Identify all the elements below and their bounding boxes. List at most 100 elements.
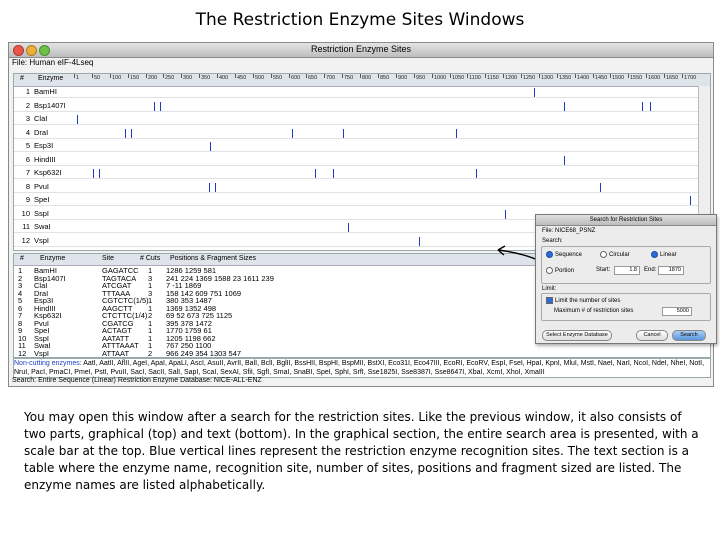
- radio-sequence[interactable]: Sequence: [546, 251, 582, 258]
- graph-row-number: 9: [25, 195, 30, 204]
- site-line[interactable]: [154, 101, 155, 111]
- limit-checkbox[interactable]: Limit the number of sites: [546, 297, 620, 304]
- site-line[interactable]: [690, 196, 691, 205]
- site-line[interactable]: [505, 209, 506, 219]
- graph-row-enzyme: SspI: [34, 208, 50, 218]
- site-track: [74, 87, 694, 97]
- select-database-button[interactable]: Select Enzyme Database: [542, 330, 612, 341]
- graph-row[interactable]: 5 Esp3I: [14, 141, 710, 152]
- noncutting-list: AatI, AatII, AflII, AgeI, ApaI, ApaLI, A…: [14, 360, 705, 376]
- site-line[interactable]: [131, 128, 132, 138]
- scale-tick-label: 100: [112, 75, 122, 81]
- site-line[interactable]: [343, 128, 344, 138]
- scale-tick-label: 1700: [684, 75, 697, 81]
- graph-row-number: 7: [25, 168, 30, 177]
- site-line[interactable]: [93, 169, 94, 178]
- radio-dot: [651, 251, 658, 258]
- site-line[interactable]: [534, 88, 535, 97]
- graph-row[interactable]: 6 HindIII: [14, 155, 710, 166]
- site-line[interactable]: [292, 128, 293, 138]
- site-line[interactable]: [600, 182, 601, 192]
- end-input[interactable]: 1870: [658, 266, 684, 275]
- max-sites-input[interactable]: 5000: [662, 307, 692, 316]
- radio-portion[interactable]: Portion: [546, 267, 574, 274]
- col-site[interactable]: Site: [102, 255, 114, 262]
- window-titlebar[interactable]: Restriction Enzyme Sites: [9, 43, 713, 58]
- checkbox-box: [546, 297, 553, 304]
- site-track: [74, 101, 694, 111]
- graph-row[interactable]: 1 BamHI: [14, 87, 710, 98]
- scale-tick: [467, 74, 468, 78]
- site-line[interactable]: [348, 223, 349, 232]
- graph-row[interactable]: 3 ClaI: [14, 114, 710, 125]
- site-line[interactable]: [99, 169, 100, 178]
- col-cuts[interactable]: # Cuts: [140, 255, 160, 262]
- site-line[interactable]: [77, 115, 78, 124]
- site-line[interactable]: [209, 182, 210, 192]
- graph-row[interactable]: 4 DraI: [14, 128, 710, 139]
- table-row[interactable]: 12 VspI ATTAAT 2 966 249 354 1303 547: [14, 349, 710, 358]
- site-track: [74, 195, 694, 205]
- site-line[interactable]: [642, 101, 643, 111]
- col-positions[interactable]: Positions & Fragment Sizes: [170, 255, 256, 262]
- graph-row[interactable]: 9 SpeI: [14, 195, 710, 206]
- site-line[interactable]: [215, 182, 216, 192]
- site-line[interactable]: [160, 101, 161, 111]
- scale-tick: [324, 74, 325, 78]
- site-line[interactable]: [476, 169, 477, 178]
- site-line[interactable]: [564, 101, 565, 111]
- scale-tick: [396, 74, 397, 78]
- graph-header-enzyme[interactable]: Enzyme: [38, 75, 63, 82]
- graph-row-number: 11: [22, 222, 30, 231]
- graph-row-number: 4: [25, 127, 30, 137]
- cell-number: 12: [18, 348, 27, 358]
- file-label: File: Human eIF-4Lseq: [12, 58, 94, 67]
- scale-tick-label: 700: [326, 75, 336, 81]
- scale-tick-label: 900: [398, 75, 408, 81]
- scale-tick-label: 150: [130, 75, 140, 81]
- radio-linear[interactable]: Linear: [651, 251, 677, 258]
- scale-tick: [503, 74, 504, 78]
- scale-tick-label: 1600: [648, 75, 661, 81]
- scale-tick: [682, 74, 683, 78]
- scale-tick: [146, 74, 147, 78]
- site-line[interactable]: [315, 169, 316, 178]
- scale-tick-label: 1300: [541, 75, 554, 81]
- graph-row[interactable]: 2 Bsp1407I: [14, 101, 710, 112]
- graph-row[interactable]: 8 PvuI: [14, 182, 710, 193]
- scale-tick-label: 1450: [595, 75, 608, 81]
- graph-header: # Enzyme 1 50 100 150 200 250 300 350 400 450 500 5…: [14, 74, 710, 87]
- graph-row-enzyme: SpeI: [34, 195, 50, 204]
- scale-tick: [253, 74, 254, 78]
- graph-header-number: #: [20, 75, 24, 82]
- radio-circular[interactable]: Circular: [600, 251, 630, 258]
- col-number[interactable]: #: [20, 255, 24, 262]
- graph-row[interactable]: 7 Ksp632I: [14, 168, 710, 179]
- scale-tick: [235, 74, 236, 78]
- cancel-button[interactable]: Cancel: [636, 330, 668, 341]
- scale-tick-label: 750: [344, 75, 354, 81]
- graph-row-number: 1: [25, 87, 30, 96]
- limit-label: Limit:: [542, 286, 557, 292]
- site-line[interactable]: [564, 155, 565, 165]
- site-line[interactable]: [210, 142, 211, 151]
- scale-tick-label: 1000: [434, 75, 447, 81]
- scale-tick: [575, 74, 576, 78]
- site-line[interactable]: [650, 101, 651, 111]
- radio-dot: [546, 251, 553, 258]
- scale-tick-label: 850: [380, 75, 390, 81]
- radio-dot: [546, 267, 553, 274]
- scale-tick: [306, 74, 307, 78]
- site-line[interactable]: [456, 128, 457, 138]
- site-line[interactable]: [419, 236, 420, 246]
- dialog-file: File: NICE68_PSNZ: [542, 228, 596, 234]
- cell-cuts: 2: [148, 348, 153, 358]
- scale-tick: [289, 74, 290, 78]
- search-button[interactable]: Search: [672, 330, 706, 341]
- site-line[interactable]: [125, 128, 126, 138]
- scale-tick: [271, 74, 272, 78]
- col-enzyme[interactable]: Enzyme: [40, 255, 65, 262]
- site-line[interactable]: [333, 169, 334, 178]
- start-input[interactable]: 1.8: [614, 266, 640, 275]
- scale-tick-label: 950: [416, 75, 426, 81]
